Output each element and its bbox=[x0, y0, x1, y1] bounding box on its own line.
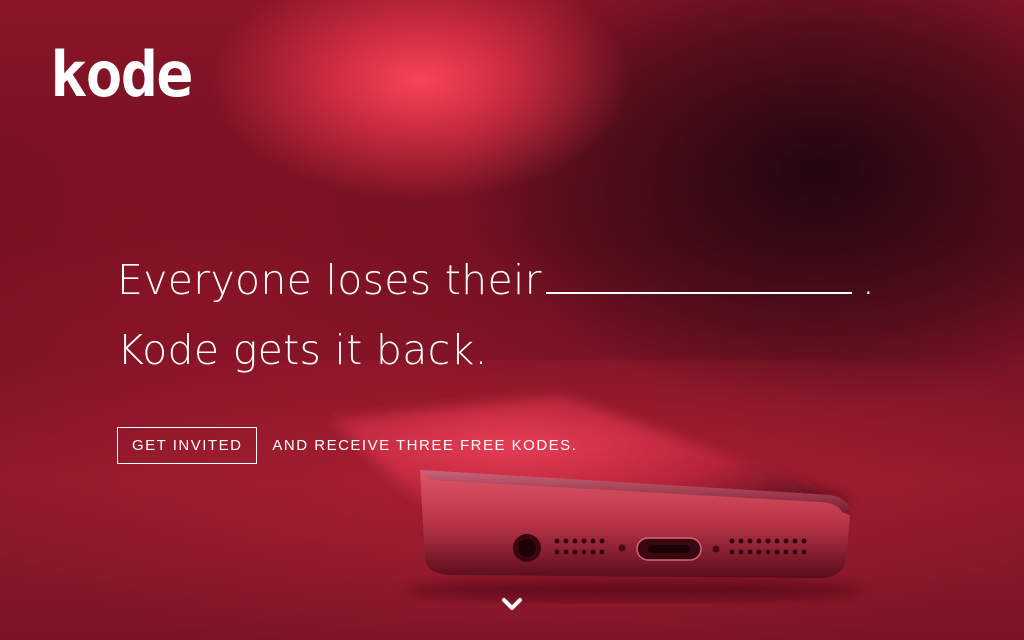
headline-line-1: Everyone loses their. bbox=[117, 245, 875, 315]
headline-blank-underline bbox=[545, 268, 852, 294]
kode-logo[interactable]: kode bbox=[50, 40, 193, 110]
headline-line-2: Kode gets it back. bbox=[117, 326, 488, 374]
get-invited-button[interactable]: GET INVITED bbox=[117, 427, 258, 464]
hero-headline: Everyone loses their. Kode gets it back. bbox=[117, 245, 875, 385]
headline-line-1-suffix: . bbox=[861, 256, 876, 304]
headline-line-1-prefix: Everyone loses their bbox=[117, 256, 542, 304]
cta-row: GET INVITED AND RECEIVE THREE FREE KODES… bbox=[117, 427, 577, 464]
cta-tagline: AND RECEIVE THREE FREE KODES. bbox=[272, 437, 578, 454]
chevron-down-icon[interactable] bbox=[500, 594, 524, 614]
